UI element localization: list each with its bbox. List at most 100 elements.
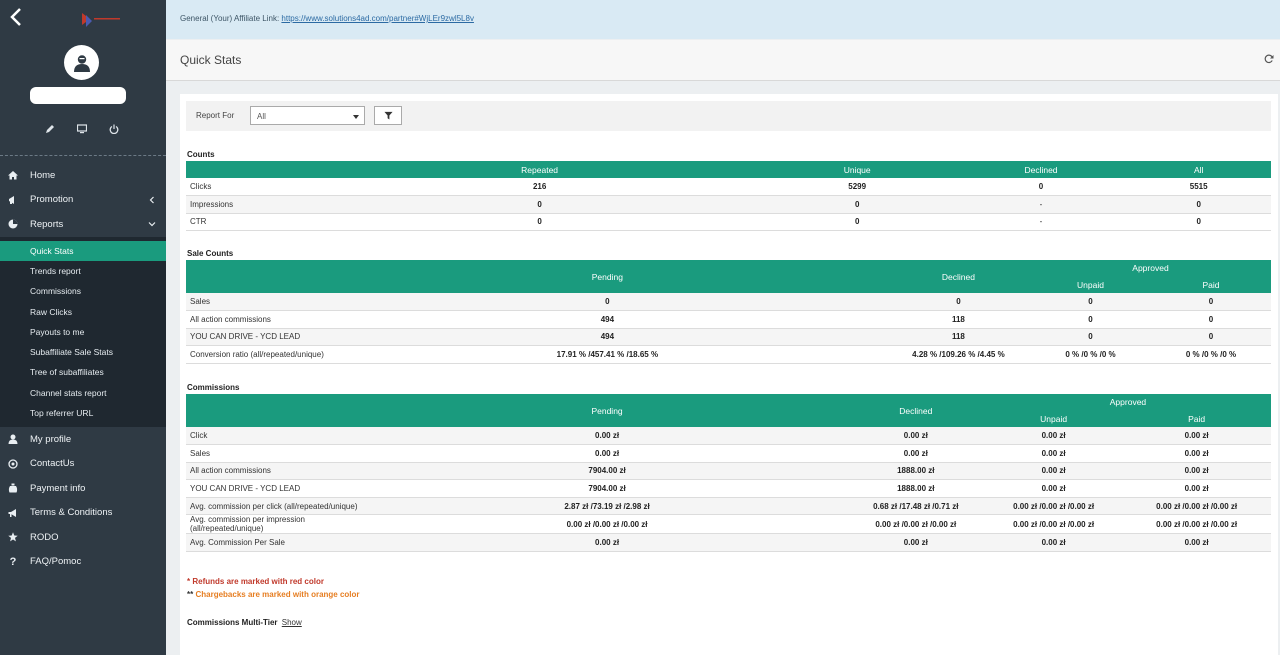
filter-bar: Report For All xyxy=(186,101,1271,131)
nav-rodo[interactable]: RODO xyxy=(0,525,166,550)
nav-label: Home xyxy=(30,169,56,181)
money-bag-icon xyxy=(8,483,18,493)
table-row: YOU CAN DRIVE - YCD LEAD 7904.00 zł 1888… xyxy=(186,479,1271,498)
row-label: All action commissions xyxy=(186,462,368,481)
table-header: Unpaid xyxy=(984,410,1123,427)
submenu-tree-of-subaffiliates[interactable]: Tree of subaffiliates xyxy=(0,362,166,382)
table-header: Declined xyxy=(846,394,985,427)
multi-tier-label: Commissions Multi-Tier xyxy=(187,618,278,627)
nav-label: FAQ/Pomoc xyxy=(30,556,82,568)
filter-button[interactable] xyxy=(374,106,402,125)
table-header: Approved xyxy=(984,394,1271,410)
nav-label: My profile xyxy=(30,433,72,445)
row-label: Clicks xyxy=(186,178,321,197)
nav-label: ContactUs xyxy=(30,458,75,470)
nav-label: Payment info xyxy=(30,482,86,494)
nav-promotion[interactable]: Promotion xyxy=(0,188,166,213)
question-icon: ? xyxy=(9,555,17,568)
table-header: Paid xyxy=(1122,410,1271,427)
row-label: Avg. commission per impression (all/repe… xyxy=(186,514,368,535)
table-cell: 0.00 zł xyxy=(984,427,1123,446)
table-cell: 0.00 zł xyxy=(1122,462,1271,481)
table-cell: 0 xyxy=(320,195,759,214)
nav-terms[interactable]: Terms & Conditions xyxy=(0,501,166,526)
table-cell: 0.68 zł /17.48 zł /0.71 zł xyxy=(846,497,985,516)
nav-label: RODO xyxy=(30,531,59,543)
power-icon[interactable] xyxy=(108,123,120,135)
nav-payment-info[interactable]: Payment info xyxy=(0,476,166,501)
show-multi-tier-link[interactable]: Show xyxy=(282,618,302,627)
table-row: Avg. commission per click (all/repeated/… xyxy=(186,497,1271,516)
table-cell: 0 xyxy=(758,213,956,232)
table-cell: 0 xyxy=(1151,328,1271,347)
submenu-raw-clicks[interactable]: Raw Clicks xyxy=(0,301,166,321)
affiliate-link-banner: General (Your) Affiliate Link: https://w… xyxy=(166,0,1280,39)
profile-tools xyxy=(44,123,120,135)
table-cell: 0.00 zł xyxy=(984,533,1123,553)
table-cell: 7904.00 zł xyxy=(367,462,847,481)
username-redacted xyxy=(30,87,126,104)
brand-logo[interactable] xyxy=(78,9,124,29)
affiliate-link[interactable]: https://www.solutions4ad.com/partner#WjL… xyxy=(281,14,474,23)
table-row: CTR 0 0 - 0 xyxy=(186,213,1271,232)
row-label: Conversion ratio (all/repeated/unique) xyxy=(186,345,328,364)
table-cell: 0.00 zł /0.00 zł /0.00 zł xyxy=(846,514,985,535)
chevron-down-icon xyxy=(148,222,156,227)
table-cell: 0.00 zł xyxy=(984,444,1123,463)
table-row: Click 0.00 zł 0.00 zł 0.00 zł 0.00 zł xyxy=(186,427,1271,446)
row-label: Avg. commission per click (all/repeated/… xyxy=(186,497,368,516)
table-cell: 0.00 zł xyxy=(367,427,847,446)
table-cell: 0.00 zł xyxy=(1122,427,1271,446)
avatar[interactable] xyxy=(64,45,99,80)
nav-contact-us[interactable]: ContactUs xyxy=(0,452,166,477)
refresh-icon[interactable] xyxy=(1264,54,1274,64)
table-cell: 1888.00 zł xyxy=(846,479,985,498)
table-cell: 0.00 zł xyxy=(846,444,985,463)
row-label: Avg. Commission Per Sale xyxy=(186,533,368,553)
table-header: Unique xyxy=(758,161,956,178)
table-cell: 0 xyxy=(327,293,887,312)
submenu-payouts[interactable]: Payouts to me xyxy=(0,322,166,342)
row-label: Sales xyxy=(186,444,368,463)
nav-home[interactable]: Home xyxy=(0,163,166,188)
user-icon xyxy=(8,434,18,445)
monitor-icon[interactable] xyxy=(76,123,88,135)
megaphone-icon xyxy=(8,508,18,518)
table-cell: 494 xyxy=(327,328,887,347)
nav-reports[interactable]: Reports xyxy=(0,212,166,237)
submenu-subaffiliate-sale-stats[interactable]: Subaffiliate Sale Stats xyxy=(0,342,166,362)
submenu-trends-report[interactable]: Trends report xyxy=(0,261,166,281)
table-header xyxy=(186,394,368,427)
row-label: CTR xyxy=(186,213,321,232)
table-header: Unpaid xyxy=(1029,276,1152,293)
note-marker: * xyxy=(187,577,191,586)
row-label: Click xyxy=(186,427,368,446)
table-header: Pending xyxy=(327,260,887,293)
table-cell: 0.00 zł /0.00 zł /0.00 zł xyxy=(1122,497,1271,516)
table-cell: 118 xyxy=(886,310,1030,329)
table-cell: 0.00 zł xyxy=(1122,444,1271,463)
table-cell: 0.00 zł /0.00 zł /0.00 zł xyxy=(984,497,1123,516)
table-cell: 0 xyxy=(1126,213,1271,232)
table-cell: 1888.00 zł xyxy=(846,462,985,481)
submenu-channel-stats-report[interactable]: Channel stats report xyxy=(0,383,166,403)
table-cell: 0 xyxy=(320,213,759,232)
nav-faq[interactable]: ? FAQ/Pomoc xyxy=(0,550,166,575)
back-arrow-icon[interactable] xyxy=(7,6,25,28)
pencil-icon[interactable] xyxy=(44,123,56,135)
submenu-commissions[interactable]: Commissions xyxy=(0,281,166,301)
table-cell: 5515 xyxy=(1126,178,1271,197)
submenu-quick-stats[interactable]: Quick Stats xyxy=(0,240,166,261)
table-cell: 2.87 zł /73.19 zł /2.98 zł xyxy=(367,497,847,516)
table-header: Declined xyxy=(955,161,1127,178)
table-cell: 0 % /0 % /0 % xyxy=(1151,345,1271,364)
report-for-select[interactable]: All xyxy=(250,106,365,125)
main-nav: Home Promotion Reports Quick Stats Trend… xyxy=(0,163,166,574)
table-header: Paid xyxy=(1151,276,1271,293)
submenu-top-referrer-url[interactable]: Top referrer URL xyxy=(0,403,166,423)
nav-my-profile[interactable]: My profile xyxy=(0,427,166,452)
table-cell: 0 xyxy=(955,178,1127,197)
table-cell: 0.00 zł xyxy=(1122,533,1271,553)
table-row: All action commissions 7904.00 zł 1888.0… xyxy=(186,462,1271,481)
stats-panel: Report For All Counts Repeated Unique De… xyxy=(180,94,1278,655)
